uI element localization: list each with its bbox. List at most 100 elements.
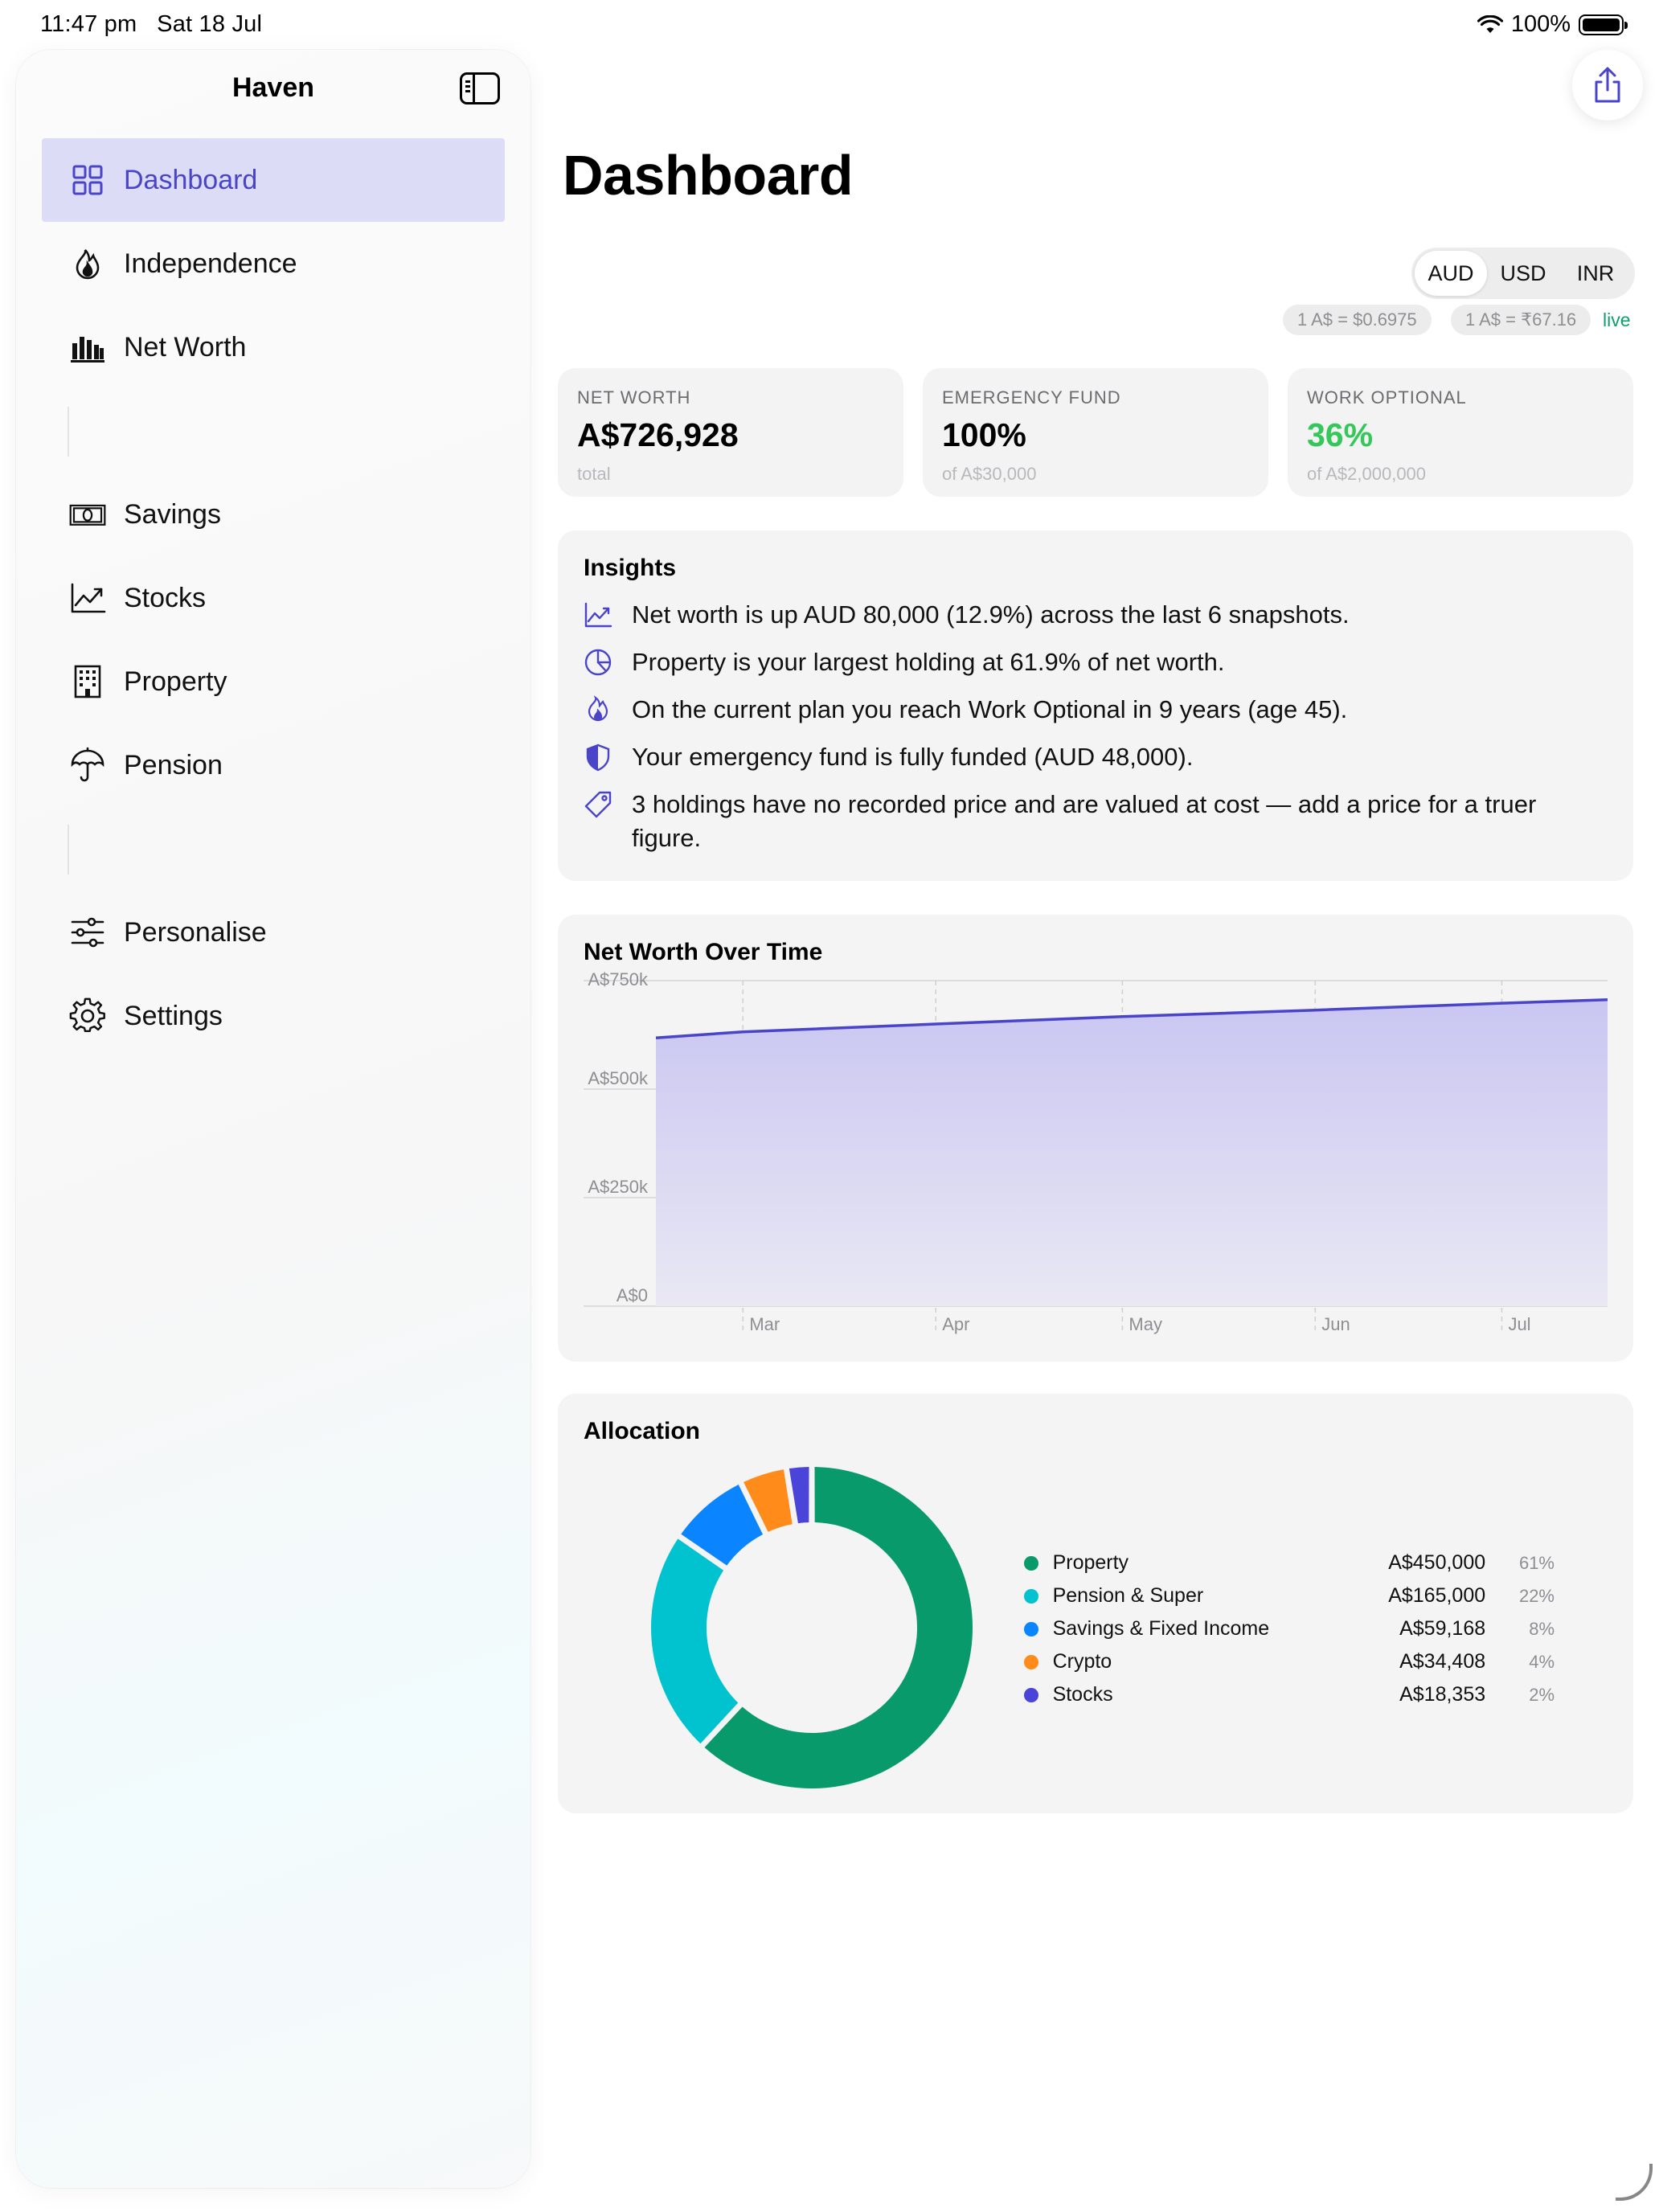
sidebar-toggle-icon[interactable] bbox=[460, 72, 500, 104]
sidebar-item-settings[interactable]: Settings bbox=[42, 974, 505, 1058]
app-title: Haven bbox=[231, 72, 315, 103]
sidebar-item-label: Stocks bbox=[124, 582, 207, 613]
donut-slice-pension-super[interactable] bbox=[651, 1538, 739, 1744]
sidebar-item-dashboard[interactable]: Dashboard bbox=[42, 138, 505, 222]
legend-label: Savings & Fixed Income bbox=[1052, 1617, 1270, 1640]
flame-icon bbox=[68, 244, 108, 284]
share-icon bbox=[1595, 67, 1620, 103]
legend-amount: A$59,168 bbox=[1399, 1617, 1486, 1640]
insight-text: Net worth is up AUD 80,000 (12.9%) acros… bbox=[632, 600, 1350, 629]
legend-percent: 61% bbox=[1518, 1552, 1555, 1573]
bar-chart-icon bbox=[68, 327, 108, 367]
y-tick-label: A$250k bbox=[588, 1177, 649, 1197]
rate-inr-badge: 1 A$ = ₹67.16 bbox=[1451, 305, 1591, 335]
trend-chart-icon bbox=[68, 578, 108, 618]
x-tick-label: Jun bbox=[1321, 1314, 1350, 1334]
sidebar-item-property[interactable]: Property bbox=[42, 640, 505, 723]
battery-percent: 100% bbox=[1510, 11, 1571, 37]
flame-icon bbox=[584, 693, 632, 727]
legend-label: Pension & Super bbox=[1052, 1584, 1204, 1607]
legend-amount: A$165,000 bbox=[1388, 1584, 1486, 1607]
y-tick-label: A$0 bbox=[616, 1285, 648, 1305]
section-divider bbox=[68, 407, 69, 457]
wifi-icon bbox=[1477, 14, 1503, 33]
legend-dot bbox=[1024, 1588, 1038, 1604]
status-time: 11:47 pm Sat 18 Jul bbox=[40, 11, 262, 38]
allocation-legend: Property A$450,000 61% Pension & Super A$165… bbox=[1024, 1546, 1555, 1711]
stat-subtext: of A$30,000 bbox=[942, 464, 1037, 484]
stat-subtext: total bbox=[577, 464, 611, 484]
section-divider bbox=[68, 825, 69, 875]
stat-value: 36% bbox=[1307, 416, 1374, 453]
grid-icon bbox=[68, 160, 108, 200]
stat-subtext: of A$2,000,000 bbox=[1307, 464, 1427, 484]
sidebar-item-label: Settings bbox=[124, 1000, 223, 1031]
legend-item: Stocks A$18,353 2% bbox=[1024, 1678, 1555, 1711]
umbrella-icon bbox=[68, 745, 108, 785]
legend-percent: 2% bbox=[1529, 1684, 1555, 1705]
sidebar-item-label: Property bbox=[124, 666, 227, 697]
stat-value: 100% bbox=[942, 416, 1026, 453]
insight-text: Property is your largest holding at 61.9… bbox=[632, 648, 1225, 676]
legend-amount: A$34,408 bbox=[1399, 1650, 1486, 1673]
sidebar-item-independence[interactable]: Independence bbox=[42, 222, 505, 305]
legend-label: Crypto bbox=[1052, 1650, 1112, 1673]
sidebar-item-label: Independence bbox=[124, 248, 297, 279]
legend-dot bbox=[1024, 1654, 1038, 1669]
legend-percent: 4% bbox=[1529, 1651, 1555, 1672]
sidebar-item-net-worth[interactable]: Net Worth bbox=[42, 305, 505, 389]
stat-card-emergency-fund[interactable]: EMERGENCY FUND 100% of A$30,000 bbox=[923, 368, 1268, 497]
insight-text: On the current plan you reach Work Optio… bbox=[632, 695, 1348, 723]
gear-icon bbox=[68, 996, 108, 1036]
sidebar-item-label: Personalise bbox=[124, 916, 267, 948]
banknote-icon bbox=[68, 494, 108, 535]
live-indicator: live bbox=[1603, 309, 1631, 330]
currency-option-aud[interactable]: AUD bbox=[1415, 251, 1487, 296]
legend-amount: A$18,353 bbox=[1399, 1683, 1486, 1706]
status-clock: 11:47 pm bbox=[40, 11, 137, 37]
sidebar-item-label: Dashboard bbox=[124, 164, 258, 195]
stat-label: NET WORTH bbox=[577, 387, 691, 408]
insight-item: Net worth is up AUD 80,000 (12.9%) acros… bbox=[584, 598, 1580, 632]
building-icon bbox=[68, 662, 108, 702]
sliders-icon bbox=[68, 912, 108, 952]
legend-percent: 22% bbox=[1518, 1585, 1555, 1606]
insights-title: Insights bbox=[584, 555, 677, 581]
x-tick-label: Apr bbox=[942, 1314, 969, 1334]
insight-text: Your emergency fund is fully funded (AUD… bbox=[632, 743, 1194, 771]
status-indicators: 100% bbox=[1477, 11, 1628, 38]
pie-icon bbox=[584, 645, 632, 679]
insight-item: Property is your largest holding at 61.9… bbox=[584, 645, 1580, 679]
legend-amount: A$450,000 bbox=[1388, 1551, 1486, 1574]
currency-option-usd[interactable]: USD bbox=[1487, 251, 1559, 296]
legend-dot bbox=[1024, 1621, 1038, 1636]
x-tick-label: Jul bbox=[1508, 1314, 1530, 1334]
legend-dot bbox=[1024, 1555, 1038, 1571]
status-date: Sat 18 Jul bbox=[157, 11, 263, 37]
insight-item: Your emergency fund is fully funded (AUD… bbox=[584, 740, 1580, 774]
stat-label: EMERGENCY FUND bbox=[942, 387, 1121, 408]
donut-slice-stocks[interactable] bbox=[789, 1467, 809, 1524]
sidebar-item-label: Pension bbox=[124, 749, 223, 780]
shield-icon bbox=[584, 740, 632, 774]
legend-item: Property A$450,000 61% bbox=[1024, 1546, 1555, 1579]
sidebar-item-personalise[interactable]: Personalise bbox=[42, 891, 505, 974]
stat-card-work-optional[interactable]: WORK OPTIONAL 36% of A$2,000,000 bbox=[1288, 368, 1633, 497]
legend-percent: 8% bbox=[1529, 1618, 1555, 1639]
insight-text: 3 holdings have no recorded price and ar… bbox=[632, 790, 1537, 852]
rate-usd-badge: 1 A$ = $0.6975 bbox=[1283, 305, 1432, 335]
sidebar-item-savings[interactable]: Savings bbox=[42, 473, 505, 556]
insight-item: 3 holdings have no recorded price and ar… bbox=[584, 788, 1580, 855]
sidebar-item-pension[interactable]: Pension bbox=[42, 723, 505, 807]
stat-label: WORK OPTIONAL bbox=[1307, 387, 1467, 408]
legend-item: Pension & Super A$165,000 22% bbox=[1024, 1579, 1555, 1612]
legend-item: Savings & Fixed Income A$59,168 8% bbox=[1024, 1612, 1555, 1645]
insights-card: Insights Net worth is up AUD 80,000 (12.… bbox=[558, 530, 1633, 881]
stat-card-net-worth[interactable]: NET WORTH A$726,928 total bbox=[558, 368, 903, 497]
sidebar-item-label: Savings bbox=[124, 498, 221, 530]
currency-option-inr[interactable]: INR bbox=[1559, 251, 1632, 296]
chart-area-fill bbox=[656, 999, 1608, 1306]
insight-item: On the current plan you reach Work Optio… bbox=[584, 693, 1580, 727]
share-button[interactable] bbox=[1572, 50, 1643, 121]
sidebar-item-stocks[interactable]: Stocks bbox=[42, 556, 505, 640]
